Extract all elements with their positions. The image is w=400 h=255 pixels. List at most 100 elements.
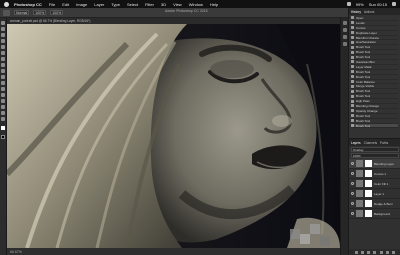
mask-icon[interactable] <box>367 250 371 254</box>
layer-row[interactable]: Curves 1 <box>349 169 400 179</box>
zoom-tool-icon[interactable] <box>1 117 5 121</box>
fx-icon[interactable] <box>360 250 364 254</box>
visibility-eye-icon[interactable] <box>351 182 354 185</box>
search-icon[interactable] <box>392 2 396 6</box>
opacity-input[interactable]: 100% <box>351 153 399 158</box>
tool-preset-icon[interactable] <box>3 9 10 16</box>
move-tool-icon[interactable] <box>1 21 5 25</box>
history-item-label: Opacity Change <box>356 108 378 113</box>
layer-thumbnail[interactable] <box>356 200 363 207</box>
history-brush-tool-icon[interactable] <box>1 75 5 79</box>
layer-name[interactable]: Dodge & Burn <box>374 202 393 206</box>
menu-item-edit[interactable]: Edit <box>62 2 69 7</box>
eraser-tool-icon[interactable] <box>1 81 5 85</box>
document-canvas[interactable] <box>7 24 340 248</box>
menu-app-name[interactable]: Photoshop CC <box>14 2 42 7</box>
link-icon[interactable] <box>354 250 358 254</box>
menu-item-type[interactable]: Type <box>111 2 120 7</box>
apple-icon[interactable] <box>4 1 9 7</box>
layer-thumbnail[interactable] <box>356 180 363 187</box>
clock-text[interactable]: Sun 00:15 <box>369 2 387 7</box>
hand-tool-icon[interactable] <box>1 111 5 115</box>
layer-row[interactable]: Dodge & Burn <box>349 199 400 209</box>
layers-panel-tabs: Layers Channels Paths <box>349 139 400 146</box>
adjustment-icon[interactable] <box>373 250 377 254</box>
visibility-eye-icon[interactable] <box>351 192 354 195</box>
visibility-eye-icon[interactable] <box>351 172 354 175</box>
tab-channels[interactable]: Channels <box>364 141 377 145</box>
visibility-eye-icon[interactable] <box>351 212 354 215</box>
layer-name[interactable]: Layer 1 <box>374 192 384 196</box>
history-item-label: Brush Tool <box>356 50 371 55</box>
new-layer-icon[interactable] <box>386 250 390 254</box>
history-state-icon <box>351 104 354 108</box>
mode-select[interactable]: Normal <box>14 10 30 15</box>
window-title: Adobe Photoshop CC 2015 <box>165 9 208 13</box>
status-bar: 66.67% <box>7 248 340 255</box>
menu-item-file[interactable]: File <box>49 2 55 7</box>
opacity-field[interactable]: 100% <box>33 10 47 15</box>
dodge-tool-icon[interactable] <box>1 93 5 97</box>
layer-thumbnail[interactable] <box>356 190 363 197</box>
layer-row[interactable]: Layer 1 <box>349 189 400 199</box>
brush-tool-icon[interactable] <box>1 63 5 67</box>
quick-select-tool-icon[interactable] <box>1 39 5 43</box>
history-panel-icon[interactable] <box>342 21 347 25</box>
history-item-label: Brush Tool <box>356 113 371 118</box>
clone-stamp-tool-icon[interactable] <box>1 69 5 73</box>
layer-name[interactable]: Curves 1 <box>374 172 386 176</box>
actions-panel-icon[interactable] <box>342 28 347 32</box>
blend-mode-select[interactable]: Overlay <box>351 147 399 152</box>
layer-name[interactable]: Blending Layer <box>374 162 394 166</box>
menu-item-filter[interactable]: Filter <box>145 2 154 7</box>
flow-field[interactable]: 100% <box>50 10 64 15</box>
menu-item-window[interactable]: Window <box>189 2 203 7</box>
tab-history[interactable]: History <box>351 10 361 14</box>
trash-icon[interactable] <box>392 250 396 254</box>
visibility-eye-icon[interactable] <box>351 202 354 205</box>
layer-mask-thumbnail[interactable] <box>365 200 372 207</box>
zoom-level[interactable]: 66.67% <box>10 250 22 254</box>
foreground-color-swatch[interactable] <box>1 126 5 130</box>
menu-item-select[interactable]: Select <box>127 2 138 7</box>
properties-panel-icon[interactable] <box>342 35 347 39</box>
lasso-tool-icon[interactable] <box>1 33 5 37</box>
gradient-tool-icon[interactable] <box>1 87 5 91</box>
layer-mask-thumbnail[interactable] <box>365 180 372 187</box>
history-item-label: Brush Tool <box>356 123 371 128</box>
layer-row[interactable]: Blending Layer <box>349 159 400 169</box>
history-state-icon <box>351 50 354 54</box>
healing-brush-tool-icon[interactable] <box>1 57 5 61</box>
eyedropper-tool-icon[interactable] <box>1 51 5 55</box>
tab-layers[interactable]: Layers <box>351 141 361 145</box>
menu-item-view[interactable]: View <box>173 2 182 7</box>
layer-name[interactable]: Background <box>374 212 390 216</box>
folder-icon[interactable] <box>379 250 383 254</box>
pen-tool-icon[interactable] <box>1 99 5 103</box>
tab-actions[interactable]: Actions <box>364 10 374 14</box>
crop-tool-icon[interactable] <box>1 45 5 49</box>
menu-item-layer[interactable]: Layer <box>94 2 104 7</box>
layer-mask-thumbnail[interactable] <box>365 210 372 217</box>
history-state-icon <box>351 114 354 118</box>
marquee-tool-icon[interactable] <box>1 27 5 31</box>
layer-mask-thumbnail[interactable] <box>365 160 372 167</box>
brush-panel-icon[interactable] <box>342 42 347 46</box>
menu-item-image[interactable]: Image <box>76 2 87 7</box>
history-item[interactable]: Brush Tool <box>351 123 398 129</box>
layer-thumbnail[interactable] <box>356 160 363 167</box>
layer-name[interactable]: Color Fill 1 <box>374 182 388 186</box>
visibility-eye-icon[interactable] <box>351 162 354 165</box>
menu-item-3d[interactable]: 3D <box>161 2 166 7</box>
menu-item-help[interactable]: Help <box>210 2 218 7</box>
layer-mask-thumbnail[interactable] <box>365 170 372 177</box>
tab-paths[interactable]: Paths <box>380 141 388 145</box>
layer-thumbnail[interactable] <box>356 210 363 217</box>
wifi-icon[interactable] <box>346 2 351 6</box>
background-color-swatch[interactable] <box>1 135 5 139</box>
layer-row[interactable]: Background <box>349 209 400 219</box>
type-tool-icon[interactable] <box>1 105 5 109</box>
layer-mask-thumbnail[interactable] <box>365 190 372 197</box>
layer-thumbnail[interactable] <box>356 170 363 177</box>
layer-row[interactable]: Color Fill 1 <box>349 179 400 189</box>
